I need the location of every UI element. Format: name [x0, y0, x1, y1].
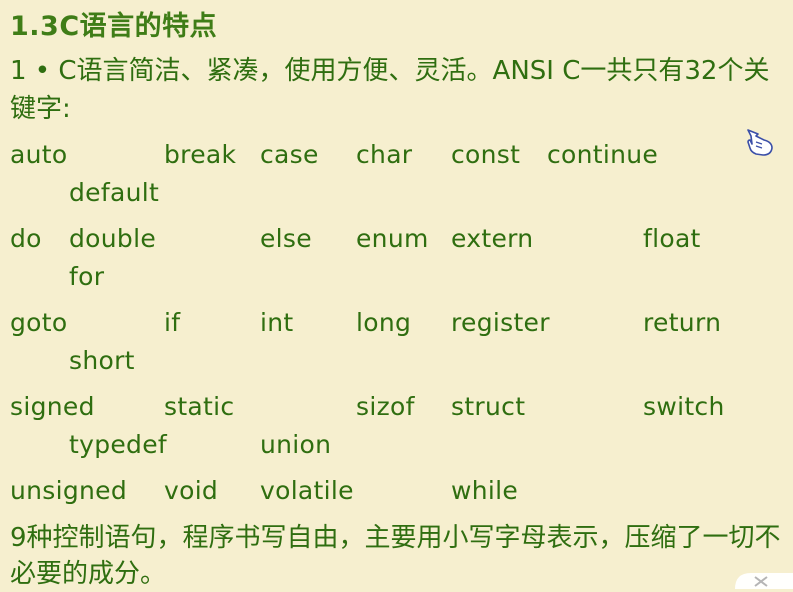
keyword: else: [260, 224, 312, 253]
keyword: switch: [643, 392, 725, 421]
keyword: if: [164, 308, 181, 337]
slide: 1.3C语言的特点 1 • C语言简洁、紧凑，使用方便、灵活。ANSI C一共只…: [0, 0, 793, 589]
keyword: case: [260, 140, 319, 169]
keyword: const: [451, 140, 521, 169]
keyword: short: [69, 346, 135, 375]
keyword: double: [69, 224, 157, 253]
keyword: static: [164, 392, 235, 421]
keyword: signed: [10, 392, 95, 421]
slide-title: 1.3C语言的特点: [10, 11, 218, 42]
keyword: char: [356, 140, 413, 169]
keyword-row: goto if int long register return short: [0, 304, 793, 388]
keyword: sizof: [356, 392, 415, 421]
keyword: union: [260, 430, 332, 459]
keyword: typedef: [69, 430, 167, 459]
keyword: while: [451, 476, 519, 505]
keyword: register: [451, 308, 550, 337]
keyword: float: [643, 224, 701, 253]
keyword-row: unsigned void volatile while: [0, 472, 793, 516]
keyword: continue: [547, 140, 659, 169]
keyword: enum: [356, 224, 429, 253]
keyword: long: [356, 308, 412, 337]
keyword: extern: [451, 224, 534, 253]
keyword: break: [164, 140, 237, 169]
keyword: int: [260, 308, 294, 337]
keyword: for: [69, 262, 105, 291]
close-icon[interactable]: [731, 569, 793, 589]
keyword: do: [10, 224, 42, 253]
keyword: return: [643, 308, 722, 337]
keyword: goto: [10, 308, 68, 337]
intro-text: 1 • C语言简洁、紧凑，使用方便、灵活。ANSI C一共只有32个关键字:: [10, 56, 770, 124]
keyword: struct: [451, 392, 526, 421]
hand-pointer-icon: [747, 129, 773, 156]
keyword-row: auto break case char const continue defa…: [0, 136, 793, 220]
keyword: void: [164, 476, 219, 505]
keyword: volatile: [260, 476, 354, 505]
summary-text: 9种控制语句，程序书写自由，主要用小写字母表示，压缩了一切不必要的成分。: [10, 523, 781, 589]
keyword-row: signed static sizof struct switch typede…: [0, 388, 793, 472]
keyword: auto: [10, 140, 68, 169]
keyword-row: do double else enum extern float for: [0, 220, 793, 304]
keyword: default: [69, 178, 160, 207]
keyword: unsigned: [10, 476, 128, 505]
